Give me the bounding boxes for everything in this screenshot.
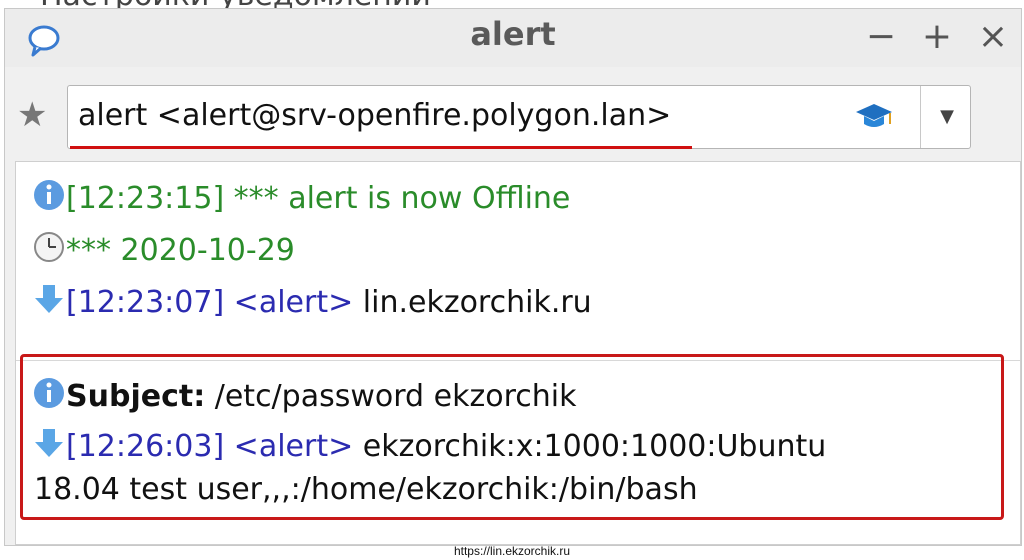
message-meta: [12:26:03] <alert> bbox=[66, 429, 354, 464]
message-continuation: 18.04 test user,,,:/home/ekzorchik:/bin/… bbox=[34, 472, 698, 507]
star-icon[interactable]: ★ bbox=[17, 95, 47, 135]
maximize-button[interactable]: + bbox=[919, 17, 955, 57]
subject-line: Subject: /etc/password ekzorchik bbox=[32, 376, 576, 417]
chat-window: alert − + × ★ alert <alert@srv-openfire.… bbox=[4, 8, 1022, 546]
message-meta: [12:23:07] <alert> bbox=[66, 285, 354, 320]
address-underline-annotation bbox=[70, 146, 692, 149]
subject-label: Subject: bbox=[66, 379, 206, 414]
incoming-arrow-icon bbox=[35, 429, 63, 457]
contact-address: alert <alert@srv-openfire.polygon.lan> bbox=[78, 98, 672, 133]
contact-selector[interactable]: alert <alert@srv-openfire.polygon.lan> ▼ bbox=[67, 85, 971, 149]
offline-notice: [12:23:15] *** alert is now Offline bbox=[66, 181, 571, 216]
message-line: [12:23:15] *** alert is now Offline bbox=[32, 178, 570, 219]
message-line: [12:23:07] <alert> lin.ekzorchik.ru bbox=[32, 282, 592, 323]
message-body: ekzorchik:x:1000:1000:Ubuntu bbox=[353, 429, 827, 464]
message-line: *** 2020-10-29 bbox=[32, 230, 295, 271]
chat-history[interactable]: [12:23:15] *** alert is now Offline *** … bbox=[15, 161, 1021, 545]
chevron-down-icon[interactable]: ▼ bbox=[924, 86, 970, 148]
subject-value: /etc/password ekzorchik bbox=[205, 379, 577, 414]
date-separator: *** 2020-10-29 bbox=[66, 233, 295, 268]
minimize-button[interactable]: − bbox=[863, 17, 899, 57]
graduation-cap-icon bbox=[856, 104, 892, 127]
contact-row: ★ alert <alert@srv-openfire.polygon.lan>… bbox=[5, 79, 1021, 159]
combo-separator bbox=[920, 86, 921, 148]
message-body: lin.ekzorchik.ru bbox=[353, 285, 592, 320]
message-line: [12:26:03] <alert> ekzorchik:x:1000:1000… bbox=[32, 426, 826, 467]
info-icon bbox=[34, 378, 64, 408]
source-url: https://lin.ekzorchik.ru bbox=[453, 544, 571, 558]
title-bar: alert − + × bbox=[5, 9, 1021, 67]
clock-icon bbox=[34, 232, 64, 262]
incoming-arrow-icon bbox=[35, 285, 63, 313]
close-button[interactable]: × bbox=[975, 17, 1011, 57]
info-icon bbox=[34, 180, 64, 210]
